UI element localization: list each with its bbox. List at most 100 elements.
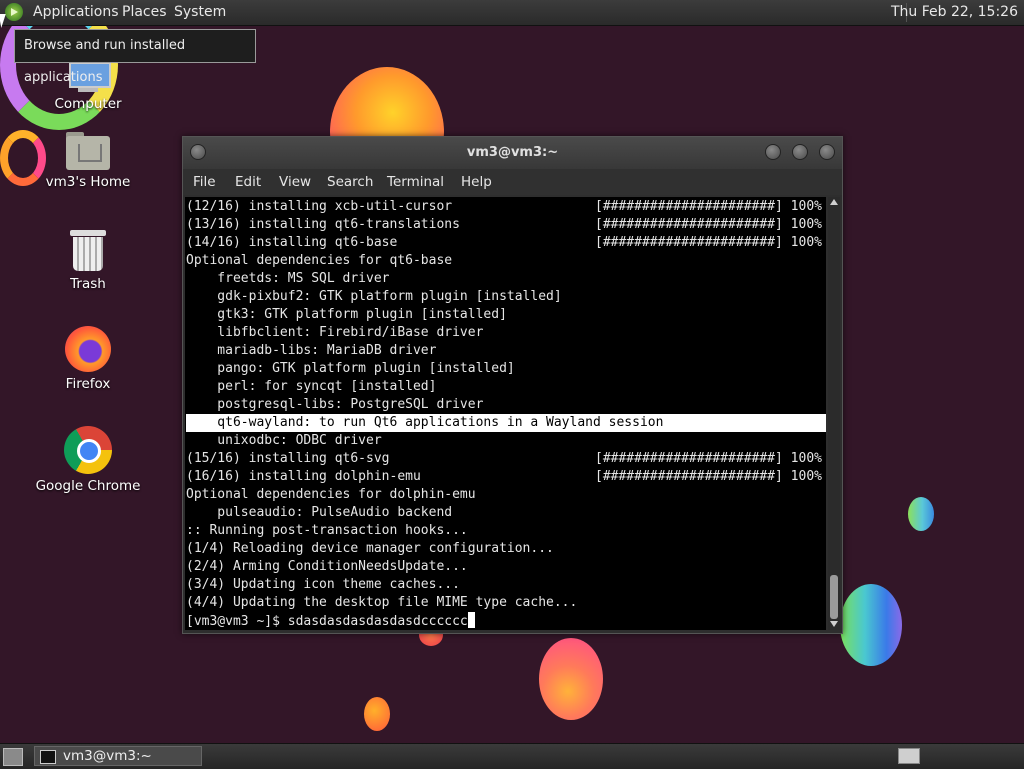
menu-edit[interactable]: Edit	[235, 174, 261, 190]
progress-bar-text: [######################] 100%	[595, 199, 822, 214]
terminal-line-text: unixodbc: ODBC driver	[186, 433, 382, 448]
workspace-switcher[interactable]	[898, 748, 920, 764]
terminal-line-text: Optional dependencies for dolphin-emu	[186, 487, 476, 502]
terminal-line-text: qt6-wayland: to run Qt6 applications in …	[186, 415, 664, 430]
clock[interactable]: Thu Feb 22, 15:26	[891, 4, 1018, 20]
terminal-line-text: (4/4) Updating the desktop file MIME typ…	[186, 595, 578, 610]
chrome-icon	[64, 426, 112, 474]
menu-view[interactable]: View	[279, 174, 311, 190]
menu-applications[interactable]: Applications	[33, 4, 119, 20]
scroll-up-arrow-icon[interactable]	[830, 199, 838, 205]
firefox-icon	[65, 326, 111, 372]
desktop-icon-label: Computer	[54, 96, 122, 112]
terminal-line-text: (13/16) installing qt6-translations	[186, 217, 460, 232]
text-cursor	[467, 612, 475, 628]
menu-terminal[interactable]: Terminal	[387, 174, 444, 190]
terminal-line: unixodbc: ODBC driver	[186, 432, 826, 450]
terminal-line: (4/4) Updating the desktop file MIME typ…	[186, 594, 826, 612]
wallpaper-blue-blob	[840, 584, 902, 666]
wallpaper-pink-blob	[539, 638, 603, 720]
terminal-line-text: mariadb-libs: MariaDB driver	[186, 343, 437, 358]
progress-bar-text: [######################] 100%	[595, 217, 822, 232]
terminal-menubar: File Edit View Search Terminal Help	[183, 169, 842, 195]
terminal-output[interactable]: (12/16) installing xcb-util-cursor [#####…	[185, 197, 826, 630]
terminal-line-text: :: Running post-transaction hooks...	[186, 523, 468, 538]
terminal-line: freetds: MS SQL driver	[186, 270, 826, 288]
bottom-panel: vm3@vm3:~	[0, 743, 1024, 769]
scroll-down-arrow-icon[interactable]	[830, 621, 838, 627]
menu-file[interactable]: File	[193, 174, 216, 190]
window-titlebar[interactable]: vm3@vm3:~	[183, 137, 842, 169]
terminal-line: mariadb-libs: MariaDB driver	[186, 342, 826, 360]
close-button[interactable]	[819, 144, 835, 160]
terminal-window[interactable]: vm3@vm3:~ File Edit View Search Terminal…	[182, 136, 843, 634]
terminal-line: perl: for syncqt [installed]	[186, 378, 826, 396]
terminal-line-text: postgresql-libs: PostgreSQL driver	[186, 397, 484, 412]
desktop-icon-label: Firefox	[65, 376, 111, 392]
progress-bar-text: [######################] 100%	[595, 451, 822, 466]
terminal-scrollbar[interactable]	[828, 197, 840, 630]
desktop-icon-label: Trash	[70, 276, 106, 292]
desktop-icon-chrome[interactable]: Google Chrome	[33, 426, 143, 494]
terminal-line-text: (1/4) Reloading device manager configura…	[186, 541, 554, 556]
desktop-icon-label: Google Chrome	[35, 478, 141, 494]
terminal-line: Optional dependencies for qt6-base	[186, 252, 826, 270]
terminal-line-text: pulseaudio: PulseAudio backend	[186, 505, 453, 520]
terminal-line: (14/16) installing qt6-base [############…	[186, 234, 826, 252]
terminal-line: (13/16) installing qt6-translations [####…	[186, 216, 826, 234]
terminal-line: (3/4) Updating icon theme caches...	[186, 576, 826, 594]
applications-tooltip: Browse and run installed applications	[14, 29, 256, 85]
progress-bar-text: [######################] 100%	[595, 469, 822, 484]
terminal-line: gtk3: GTK platform plugin [installed]	[186, 306, 826, 324]
maximize-button[interactable]	[792, 144, 808, 160]
terminal-line-text: perl: for syncqt [installed]	[186, 379, 437, 394]
terminal-line-text: (3/4) Updating icon theme caches...	[186, 577, 460, 592]
shell-prompt: [vm3@vm3 ~]$	[186, 614, 288, 629]
taskbar-window-label: vm3@vm3:~	[63, 748, 152, 764]
terminal-line: :: Running post-transaction hooks...	[186, 522, 826, 540]
terminal-line: (1/4) Reloading device manager configura…	[186, 540, 826, 558]
wallpaper-green-blob	[908, 497, 934, 531]
prompt-line[interactable]: [vm3@vm3 ~]$ sdasdasdasdasdasdcccccc	[186, 612, 826, 630]
menu-places[interactable]: Places	[122, 4, 167, 20]
terminal-line-text: (14/16) installing qt6-base	[186, 235, 398, 250]
command-input[interactable]: sdasdasdasdasdasdcccccc	[288, 614, 468, 629]
terminal-line-text: (15/16) installing qt6-svg	[186, 451, 390, 466]
terminal-icon	[40, 750, 56, 764]
terminal-line: pango: GTK platform plugin [installed]	[186, 360, 826, 378]
menu-system[interactable]: System	[174, 4, 226, 20]
terminal-line-text: (16/16) installing dolphin-emu	[186, 469, 421, 484]
minimize-button[interactable]	[765, 144, 781, 160]
desktop-icon-label: vm3's Home	[45, 174, 131, 190]
taskbar-window-button[interactable]: vm3@vm3:~	[34, 746, 202, 766]
top-panel: Applications Places System Thu Feb 22, 1…	[0, 0, 1024, 26]
terminal-line: (15/16) installing qt6-svg [#############…	[186, 450, 826, 468]
terminal-line-text: (2/4) Arming ConditionNeedsUpdate...	[186, 559, 468, 574]
terminal-line: pulseaudio: PulseAudio backend	[186, 504, 826, 522]
applications-logo-icon[interactable]	[5, 3, 23, 21]
desktop-icon-home[interactable]: vm3's Home	[33, 130, 143, 190]
window-title: vm3@vm3:~	[466, 145, 559, 160]
terminal-line-text: gtk3: GTK platform plugin [installed]	[186, 307, 507, 322]
terminal-line: libfbclient: Firebird/iBase driver	[186, 324, 826, 342]
terminal-line: (16/16) installing dolphin-emu [#########…	[186, 468, 826, 486]
trash-icon	[70, 230, 106, 272]
menu-search[interactable]: Search	[327, 174, 373, 190]
desktop-icon-firefox[interactable]: Firefox	[33, 326, 143, 392]
progress-bar-text: [######################] 100%	[595, 235, 822, 250]
terminal-line: (2/4) Arming ConditionNeedsUpdate...	[186, 558, 826, 576]
desktop-icon-trash[interactable]: Trash	[33, 230, 143, 292]
terminal-line: (12/16) installing xcb-util-cursor [#####…	[186, 198, 826, 216]
terminal-line-text: libfbclient: Firebird/iBase driver	[186, 325, 484, 340]
terminal-line: gdk-pixbuf2: GTK platform plugin [instal…	[186, 288, 826, 306]
show-desktop-icon[interactable]	[3, 748, 23, 766]
wallpaper-small-blob	[364, 697, 390, 731]
terminal-line-text: Optional dependencies for qt6-base	[186, 253, 453, 268]
terminal-line: qt6-wayland: to run Qt6 applications in …	[186, 414, 826, 432]
terminal-line-text: (12/16) installing xcb-util-cursor	[186, 199, 453, 214]
menu-help[interactable]: Help	[461, 174, 492, 190]
terminal-line-text: pango: GTK platform plugin [installed]	[186, 361, 515, 376]
scroll-thumb[interactable]	[830, 575, 838, 619]
terminal-line: postgresql-libs: PostgreSQL driver	[186, 396, 826, 414]
terminal-line-text: freetds: MS SQL driver	[186, 271, 390, 286]
